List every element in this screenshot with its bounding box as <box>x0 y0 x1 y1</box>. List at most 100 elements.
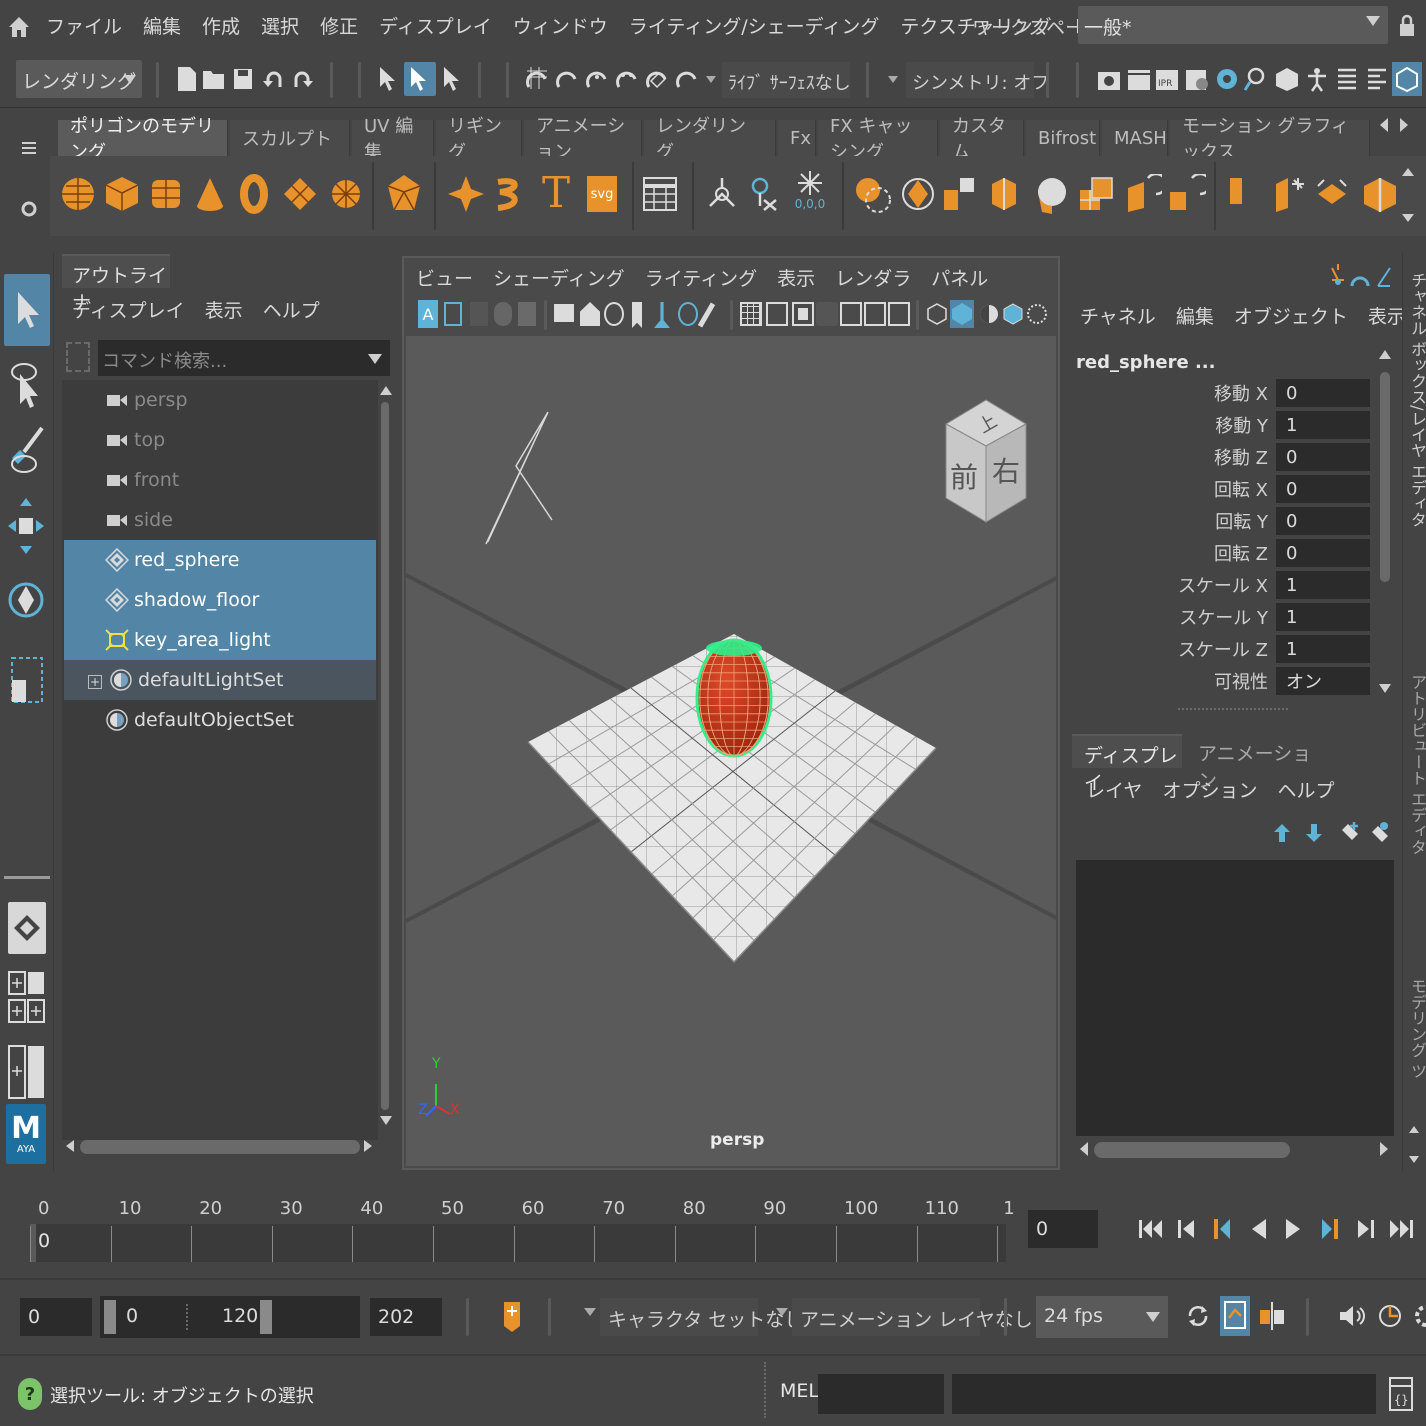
menu-item-4[interactable]: 修正 <box>320 12 358 39</box>
select-icon[interactable] <box>4 274 50 346</box>
outliner-item[interactable]: shadow_floor <box>64 580 376 620</box>
poly-torus-icon[interactable] <box>230 168 278 220</box>
poly-cylinder-icon[interactable] <box>142 168 190 220</box>
outliner-menu-item-2[interactable]: ヘルプ <box>263 296 320 323</box>
viewport-menu-item-0[interactable]: ビュー <box>416 264 473 291</box>
lock-icon[interactable] <box>1398 14 1416 38</box>
hypershade-icon[interactable] <box>1212 64 1242 94</box>
chevron-down-icon[interactable] <box>584 1308 596 1316</box>
side-tab-channel-box[interactable]: チャネル ボックス/レイヤ エディタ <box>1405 272 1426 528</box>
default-material-icon[interactable] <box>978 302 1000 326</box>
channel-label[interactable]: スケール Y <box>1100 604 1276 630</box>
sound-icon[interactable] <box>1338 1302 1366 1330</box>
freeze-transform-icon[interactable] <box>742 168 790 220</box>
help-icon[interactable]: ? <box>18 1378 42 1410</box>
channel-label[interactable]: 回転 Y <box>1100 508 1276 534</box>
outliner-search-input[interactable]: コマンド検索... <box>98 340 390 376</box>
poly-plane-icon[interactable] <box>276 168 324 220</box>
target-weld-icon[interactable] <box>1162 168 1210 220</box>
go-to-end-icon[interactable] <box>1384 1212 1418 1246</box>
channel-box-menu-item-1[interactable]: 編集 <box>1176 302 1214 329</box>
layer-hscroll[interactable] <box>1076 1136 1394 1162</box>
safe-title-frame-icon[interactable] <box>888 302 910 326</box>
select-object-icon[interactable] <box>404 62 436 96</box>
channel-value-field[interactable]: オン <box>1276 667 1370 695</box>
layer-menu-item-2[interactable]: ヘルプ <box>1277 776 1334 803</box>
save-scene-icon[interactable] <box>228 64 258 94</box>
modeling-toolkit-icon[interactable] <box>1272 64 1302 94</box>
shelf-tab-6[interactable]: Fx <box>778 120 816 156</box>
poly-sphere-icon[interactable] <box>54 168 102 220</box>
shelf-tab-3[interactable]: リギング <box>436 116 522 163</box>
rotate-icon[interactable] <box>6 570 50 634</box>
scroll-left-icon[interactable] <box>66 1140 74 1152</box>
2d-pan-zoom-icon[interactable] <box>554 304 574 322</box>
new-layer-icon[interactable] <box>1338 820 1360 844</box>
settings-icon[interactable] <box>1412 1300 1426 1332</box>
bevel-icon[interactable] <box>1072 168 1120 220</box>
character-set-field[interactable]: キャラクタ セットなし <box>600 1298 803 1336</box>
outliner-item[interactable]: red_sphere <box>64 540 376 580</box>
layer-tab-animation[interactable]: アニメーション <box>1186 734 1312 792</box>
scroll-up-icon[interactable] <box>1409 1126 1419 1133</box>
separate-icon[interactable] <box>894 168 942 220</box>
shelf-tab-7[interactable]: FX キャッシング <box>818 116 938 163</box>
chevron-down-icon[interactable] <box>888 76 898 83</box>
combine-icon[interactable] <box>848 168 896 220</box>
shelf-tab-0[interactable]: ポリゴンのモデリング <box>58 116 228 163</box>
channel-label[interactable]: 移動 Z <box>1100 444 1276 470</box>
viewport-menu-item-4[interactable]: レンダラ <box>835 264 911 291</box>
wireframe-icon[interactable] <box>926 302 948 326</box>
shelf-tab-4[interactable]: アニメーション <box>524 116 642 163</box>
shelf-tab-11[interactable]: モーション グラフィックス <box>1170 116 1370 163</box>
channel-box-menu-item-3[interactable]: 表示 <box>1368 302 1406 329</box>
shelf-scroll-left-icon[interactable] <box>1380 118 1388 132</box>
move-layer-up-icon[interactable] <box>1272 822 1292 844</box>
snap-curve-icon[interactable] <box>552 64 582 94</box>
scroll-right-icon[interactable] <box>364 1140 372 1152</box>
channel-value-field[interactable]: 0 <box>1276 475 1370 503</box>
menu-item-2[interactable]: 作成 <box>202 12 240 39</box>
view-cube[interactable]: 上 前 右 <box>942 392 1030 524</box>
channel-label[interactable]: 可視性 <box>1100 668 1276 694</box>
safe-action-frame-icon[interactable] <box>864 302 886 326</box>
move-layer-down-icon[interactable] <box>1304 822 1324 844</box>
channel-box-object-name[interactable]: red_sphere ... <box>1076 352 1215 373</box>
viewport-menu-item-3[interactable]: 表示 <box>777 264 815 291</box>
scrollbar-thumb[interactable] <box>381 402 389 1110</box>
symmetry-field[interactable]: シンメトリ: オフ <box>906 62 1049 98</box>
snap-grid-icon[interactable] <box>522 64 552 94</box>
undo-icon[interactable] <box>258 64 288 94</box>
auto-key-icon[interactable] <box>500 1298 524 1334</box>
script-editor-icon[interactable]: {} <box>1388 1376 1414 1412</box>
select-component-icon[interactable] <box>438 64 468 94</box>
step-forward-key-icon[interactable] <box>1312 1212 1346 1246</box>
attribute-editor-toggle-icon[interactable] <box>1332 64 1362 94</box>
outliner-item[interactable]: persp <box>64 380 376 420</box>
shelf-scroll-right-icon[interactable] <box>1400 118 1408 132</box>
menu-item-1[interactable]: 編集 <box>143 12 181 39</box>
scroll-down-icon[interactable] <box>1379 684 1391 693</box>
channel-label[interactable]: 回転 Z <box>1100 540 1276 566</box>
sweep-mesh-icon[interactable] <box>486 168 534 220</box>
outliner-item[interactable]: defaultObjectSet <box>64 700 376 740</box>
scroll-up-icon[interactable] <box>380 386 392 395</box>
chevron-down-icon[interactable] <box>706 76 716 83</box>
layer-menu-item-1[interactable]: オプション <box>1162 776 1257 803</box>
channel-value-field[interactable]: 1 <box>1276 603 1370 631</box>
loop-icon[interactable] <box>1184 1302 1212 1330</box>
animation-start-field[interactable]: 0 <box>20 1298 92 1336</box>
layout-two-icon[interactable] <box>8 1044 46 1100</box>
make-live-icon[interactable] <box>672 64 702 94</box>
layout-four-icon[interactable] <box>8 970 46 1026</box>
safe-title-icon[interactable] <box>678 302 698 326</box>
outliner-item[interactable]: side <box>64 500 376 540</box>
channel-label[interactable]: スケール X <box>1100 572 1276 598</box>
home-icon[interactable] <box>6 14 32 40</box>
go-to-start-icon[interactable] <box>1134 1212 1168 1246</box>
outliner-filter-icon[interactable] <box>66 342 90 372</box>
scrollbar-thumb[interactable] <box>1380 372 1390 582</box>
channel-label[interactable]: スケール Z <box>1100 636 1276 662</box>
step-back-key-icon[interactable] <box>1206 1212 1240 1246</box>
channel-value-field[interactable]: 0 <box>1276 507 1370 535</box>
